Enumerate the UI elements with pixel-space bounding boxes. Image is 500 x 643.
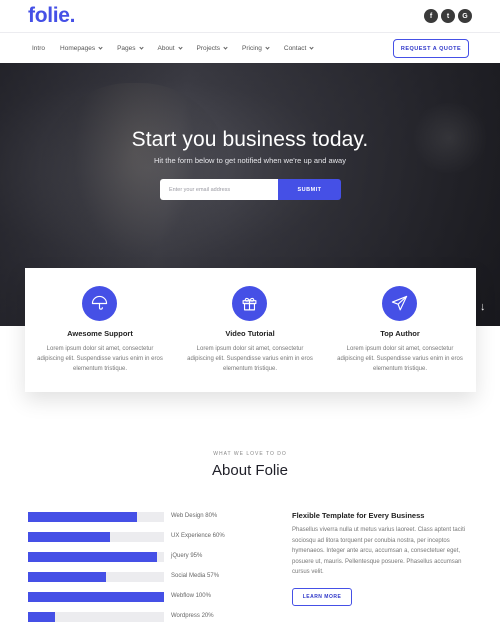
request-quote-button[interactable]: REQUEST A QUOTE — [393, 39, 469, 58]
logo[interactable]: folie. — [28, 4, 76, 28]
skill-track — [28, 532, 164, 542]
template-title: Flexible Template for Every Business — [292, 511, 425, 520]
nav-item-pricing[interactable]: Pricing — [242, 45, 270, 52]
skill-fill — [28, 612, 56, 622]
section-kicker: WHAT WE LOVE TO DO — [213, 451, 287, 457]
hero-subtitle: Hit the form below to get notified when … — [154, 156, 346, 165]
skill-bar: Webflow 100% — [28, 592, 248, 602]
skill-label: Social Media 57% — [171, 573, 220, 579]
gift-icon — [232, 286, 267, 321]
learn-more-button[interactable]: LEARN MORE — [292, 588, 352, 606]
email-input[interactable] — [160, 179, 278, 200]
skill-bar: Social Media 57% — [28, 572, 248, 582]
nav-item-homepages[interactable]: Homepages — [60, 45, 103, 52]
chevron-down-icon — [138, 45, 144, 50]
skill-bar: jQuery 95% — [28, 552, 248, 562]
nav-item-pages[interactable]: Pages — [117, 45, 144, 52]
feature-text: Lorem ipsum dolor sit amet, consectetur … — [187, 346, 313, 372]
feature-title: Video Tutorial — [225, 329, 275, 338]
main-navigation: Intro Homepages Pages About Projects Pri… — [0, 32, 500, 63]
scroll-down-icon[interactable]: ↓ — [480, 301, 486, 313]
chevron-down-icon — [309, 45, 314, 50]
skill-track — [28, 512, 164, 522]
skill-label: UX Experience 60% — [171, 533, 225, 539]
feature-text: Lorem ipsum dolor sit amet, consectetur … — [337, 346, 463, 372]
chevron-down-icon — [223, 45, 228, 50]
skill-label: Wordpress 20% — [171, 613, 214, 619]
skill-fill — [28, 592, 164, 602]
nav-item-intro[interactable]: Intro — [32, 45, 45, 52]
skill-fill — [28, 552, 158, 562]
nav-item-label: Contact — [283, 45, 307, 52]
feature-title: Top Author — [380, 329, 420, 338]
top-bar: folie. f t G — [0, 0, 500, 32]
skill-track — [28, 592, 164, 602]
nav-item-label: Pages — [117, 45, 136, 52]
features-card: Awesome Support Lorem ipsum dolor sit am… — [25, 268, 476, 392]
skill-label: Web Design 80% — [171, 513, 218, 519]
skill-track — [28, 572, 164, 582]
nav-item-label: About — [157, 45, 175, 52]
skill-fill — [28, 572, 106, 582]
skill-bar: Web Design 80% — [28, 512, 248, 522]
skill-track — [28, 552, 164, 562]
chevron-down-icon — [265, 45, 270, 50]
chevron-down-icon — [177, 45, 183, 50]
skill-fill — [28, 532, 110, 542]
social-links: f t G — [424, 9, 472, 23]
submit-button[interactable]: SUBMIT — [278, 179, 341, 200]
nav-item-label: Intro — [32, 45, 46, 52]
skill-bar: UX Experience 60% — [28, 532, 248, 542]
nav-item-label: Pricing — [242, 45, 262, 52]
nav-item-label: Projects — [196, 45, 220, 52]
nav-item-label: Homepages — [60, 45, 96, 52]
section-title: About Folie — [212, 462, 288, 479]
nav-item-about[interactable]: About — [157, 45, 183, 52]
umbrella-icon — [82, 286, 117, 321]
google-icon[interactable]: G — [458, 9, 472, 23]
skill-label: Webflow 100% — [171, 593, 211, 599]
nav-menu: Intro Homepages Pages About Projects Pri… — [32, 33, 328, 64]
skill-fill — [28, 512, 137, 522]
skill-bar: Wordpress 20% — [28, 612, 248, 622]
facebook-icon[interactable]: f — [424, 9, 438, 23]
twitter-icon[interactable]: t — [441, 9, 455, 23]
paper-plane-icon — [382, 286, 417, 321]
nav-item-contact[interactable]: Contact — [283, 45, 314, 52]
feature-text: Lorem ipsum dolor sit amet, consectetur … — [37, 346, 163, 372]
nav-item-projects[interactable]: Projects — [196, 45, 228, 52]
skill-label: jQuery 95% — [171, 553, 203, 559]
hero-title: Start you business today. — [131, 128, 369, 151]
skill-track — [28, 612, 164, 622]
template-text: Phasellus viverra nulla ut metus varius … — [292, 527, 466, 575]
chevron-down-icon — [98, 45, 103, 50]
feature-title: Awesome Support — [67, 329, 133, 338]
